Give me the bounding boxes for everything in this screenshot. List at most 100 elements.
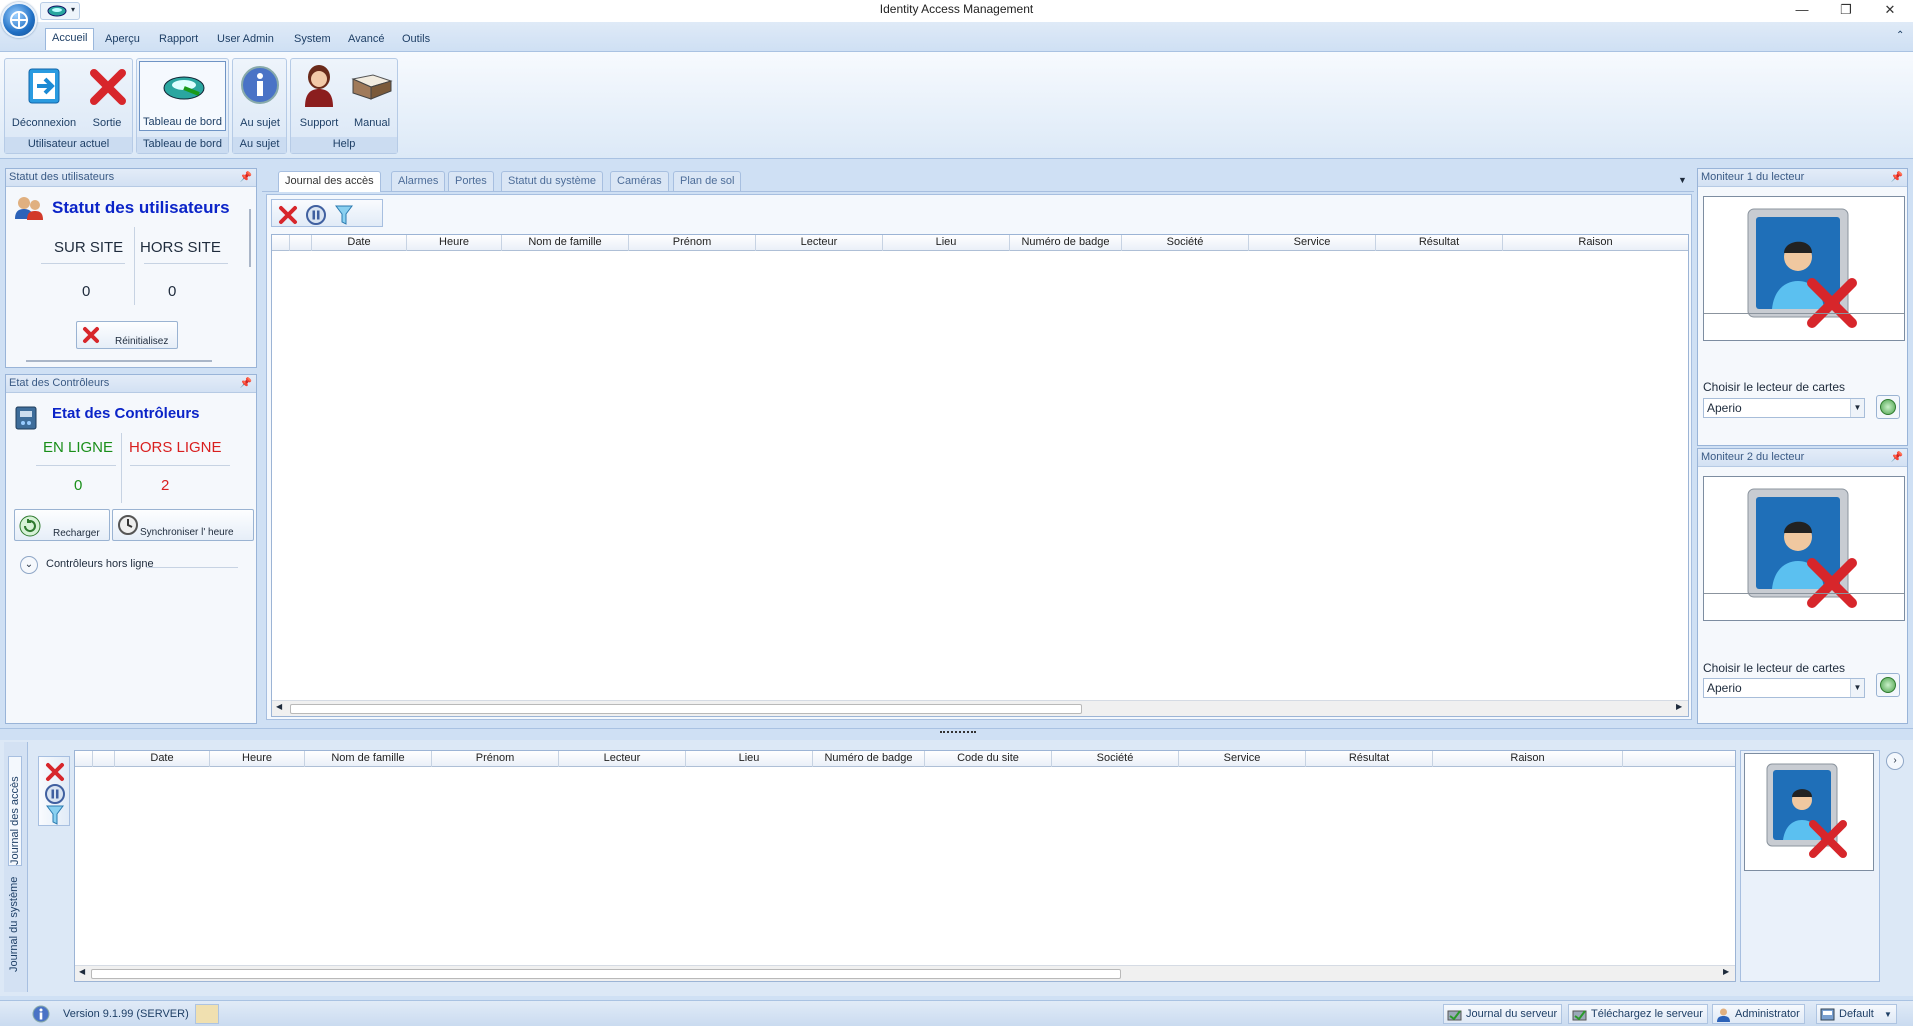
- tab-statut-du-systeme[interactable]: Statut du système: [501, 171, 604, 191]
- col-date[interactable]: Date: [115, 751, 210, 767]
- scroll-right-icon[interactable]: ▶: [1723, 967, 1729, 976]
- chevron-down-icon[interactable]: ▼: [1884, 1005, 1892, 1024]
- tab-system[interactable]: System: [288, 30, 337, 50]
- filter-icon[interactable]: [334, 204, 354, 226]
- sync-time-button[interactable]: Synchroniser l' heure: [112, 509, 254, 541]
- col-numero-de-badge[interactable]: Numéro de badge: [1010, 235, 1122, 251]
- monitor-1-photo-frame: [1703, 196, 1905, 341]
- logout-button[interactable]: Déconnexion: [7, 61, 81, 131]
- horizontal-scrollbar[interactable]: ◀ ▶: [272, 700, 1688, 716]
- server-log-button[interactable]: Journal du serveur: [1443, 1004, 1563, 1024]
- horizontal-scrollbar[interactable]: ◀ ▶: [75, 965, 1735, 981]
- horizontal-splitter[interactable]: [0, 728, 1913, 736]
- tab-plan-de-sol[interactable]: Plan de sol: [673, 171, 742, 191]
- support-button[interactable]: Support: [293, 61, 345, 131]
- side-tab-journal-du-systeme[interactable]: Journal du système: [8, 862, 20, 972]
- tab-portes[interactable]: Portes: [448, 171, 494, 191]
- expand-right-icon[interactable]: ›: [1886, 752, 1904, 770]
- pin-icon[interactable]: 📌: [240, 172, 252, 183]
- side-tab-journal-des-acces[interactable]: Journal des accès: [8, 756, 22, 866]
- about-label: Au sujet: [240, 117, 280, 129]
- manual-button[interactable]: Manual: [347, 61, 397, 131]
- col-heure[interactable]: Heure: [210, 751, 305, 767]
- collapse-ribbon-icon[interactable]: ⌃: [1896, 30, 1904, 41]
- col-nom-de-famille[interactable]: Nom de famille: [305, 751, 432, 767]
- col-raison[interactable]: Raison: [1503, 235, 1688, 251]
- reset-button[interactable]: Réinitialisez: [76, 321, 178, 349]
- col-lecteur[interactable]: Lecteur: [756, 235, 883, 251]
- tab-alarmes[interactable]: Alarmes: [391, 171, 446, 191]
- download-server-button[interactable]: Téléchargez le serveur: [1568, 1004, 1708, 1024]
- col-heure[interactable]: Heure: [407, 235, 502, 251]
- monitor-1-reader-select[interactable]: Aperio ▼: [1703, 398, 1865, 418]
- tab-apercu[interactable]: Aperçu: [99, 30, 146, 50]
- col-resultat[interactable]: Résultat: [1376, 235, 1503, 251]
- dashboard-button[interactable]: Tableau de bord: [139, 61, 226, 131]
- clear-log-icon[interactable]: [278, 205, 298, 225]
- pin-icon[interactable]: 📌: [1891, 452, 1903, 463]
- filter-icon[interactable]: [45, 804, 65, 826]
- pause-icon[interactable]: [306, 205, 326, 225]
- bottom-access-log-grid[interactable]: Date Heure Nom de famille Prénom Lecteur…: [74, 750, 1736, 982]
- expand-offline-icon[interactable]: ⌄: [20, 556, 38, 574]
- tab-user-admin[interactable]: User Admin: [211, 30, 280, 50]
- divider: [36, 465, 116, 466]
- tab-outils[interactable]: Outils: [396, 30, 436, 50]
- col-numero-de-badge[interactable]: Numéro de badge: [813, 751, 925, 767]
- minimize-button[interactable]: —: [1780, 0, 1824, 22]
- col-date[interactable]: Date: [312, 235, 407, 251]
- tab-rapport[interactable]: Rapport: [153, 30, 204, 50]
- offline-controllers-label[interactable]: Contrôleurs hors ligne: [46, 558, 154, 570]
- scrollbar-thumb[interactable]: [290, 704, 1082, 714]
- splitter-grip[interactable]: [940, 731, 976, 733]
- vertical-scrollbar[interactable]: [249, 209, 251, 267]
- col-service[interactable]: Service: [1179, 751, 1306, 767]
- controllers-panel: Etat des Contrôleurs 📌 Etat des Contrôle…: [5, 374, 257, 724]
- quick-access-toolbar[interactable]: ▾: [40, 2, 80, 20]
- exit-button[interactable]: Sortie: [83, 61, 131, 131]
- col-societe[interactable]: Société: [1122, 235, 1249, 251]
- col-service[interactable]: Service: [1249, 235, 1376, 251]
- pin-icon[interactable]: 📌: [240, 378, 252, 389]
- clear-log-icon[interactable]: [45, 762, 65, 782]
- col-resultat[interactable]: Résultat: [1306, 751, 1433, 767]
- layout-selector[interactable]: Default ▼: [1816, 1004, 1897, 1024]
- scroll-left-icon[interactable]: ◀: [79, 967, 85, 976]
- col-raison[interactable]: Raison: [1433, 751, 1623, 767]
- col-nom-de-famille[interactable]: Nom de famille: [502, 235, 629, 251]
- tab-accueil[interactable]: Accueil: [45, 28, 95, 50]
- reload-button[interactable]: Recharger: [14, 509, 110, 541]
- close-button[interactable]: ✕: [1868, 0, 1912, 22]
- col-lieu[interactable]: Lieu: [686, 751, 813, 767]
- monitor-2-reader-select[interactable]: Aperio ▼: [1703, 678, 1865, 698]
- horizontal-scrollbar[interactable]: [26, 360, 212, 362]
- col-code-du-site[interactable]: Code du site: [925, 751, 1052, 767]
- dashboard-mini-icon[interactable]: [47, 5, 67, 17]
- col-prenom[interactable]: Prénom: [432, 751, 559, 767]
- chevron-down-icon[interactable]: ▼: [1850, 399, 1864, 417]
- monitor-1-refresh-button[interactable]: [1876, 395, 1900, 419]
- pause-icon[interactable]: [45, 784, 65, 804]
- chevron-down-icon[interactable]: ▼: [1850, 679, 1864, 697]
- restore-button[interactable]: ❐: [1824, 0, 1868, 22]
- tab-list-dropdown-icon[interactable]: ▼: [1678, 175, 1687, 185]
- application-menu-button[interactable]: [1, 2, 37, 38]
- pin-icon[interactable]: 📌: [1891, 172, 1903, 183]
- about-button[interactable]: Au sujet: [235, 61, 285, 131]
- qat-dropdown-icon[interactable]: ▾: [71, 5, 75, 14]
- access-log-grid[interactable]: Date Heure Nom de famille Prénom Lecteur…: [271, 234, 1689, 717]
- tab-cameras[interactable]: Caméras: [610, 171, 669, 191]
- col-lecteur[interactable]: Lecteur: [559, 751, 686, 767]
- divider: [144, 263, 228, 264]
- tab-avance[interactable]: Avancé: [342, 30, 391, 50]
- scrollbar-thumb[interactable]: [91, 969, 1121, 979]
- monitor-2-refresh-button[interactable]: [1876, 673, 1900, 697]
- tab-journal-des-acces[interactable]: Journal des accès: [278, 171, 381, 192]
- network-status-icon[interactable]: [195, 1004, 219, 1024]
- scroll-right-icon[interactable]: ▶: [1676, 702, 1682, 711]
- col-lieu[interactable]: Lieu: [883, 235, 1010, 251]
- col-societe[interactable]: Société: [1052, 751, 1179, 767]
- col-prenom[interactable]: Prénom: [629, 235, 756, 251]
- scroll-left-icon[interactable]: ◀: [276, 702, 282, 711]
- current-user-indicator[interactable]: Administrator: [1712, 1004, 1805, 1024]
